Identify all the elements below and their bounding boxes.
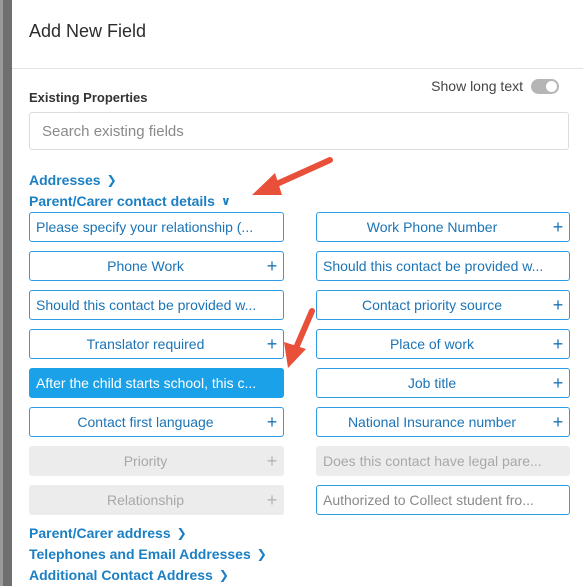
field-label: Job title bbox=[407, 375, 457, 391]
chevron-right-icon: ❯ bbox=[106, 173, 117, 187]
chevron-right-icon: ❯ bbox=[218, 568, 229, 582]
chevron-right-icon: ❯ bbox=[256, 547, 267, 561]
toggle-knob bbox=[546, 80, 557, 92]
group-additional-label: Additional Contact Address bbox=[29, 567, 213, 583]
field-contact-first-language[interactable]: Contact first language + bbox=[29, 407, 284, 437]
search-input[interactable] bbox=[29, 112, 569, 150]
field-translator-required[interactable]: Translator required + bbox=[29, 329, 284, 359]
plus-icon[interactable]: + bbox=[547, 335, 569, 353]
show-long-text-label: Show long text bbox=[431, 78, 523, 94]
plus-icon[interactable]: + bbox=[547, 374, 569, 392]
field-label: Contact first language bbox=[77, 414, 214, 430]
field-label: Relationship bbox=[106, 492, 185, 508]
field-label: Should this contact be provided w... bbox=[36, 297, 257, 313]
plus-icon: + bbox=[266, 451, 278, 471]
plus-icon[interactable]: + bbox=[261, 257, 283, 275]
group-additional-contact-address[interactable]: Additional Contact Address ❯ bbox=[29, 567, 229, 583]
field-label: Priority bbox=[123, 453, 168, 469]
group-addresses[interactable]: Addresses ❯ bbox=[29, 172, 117, 188]
plus-icon[interactable]: + bbox=[547, 218, 569, 236]
field-label: Contact priority source bbox=[361, 297, 503, 313]
chevron-down-icon: ∨ bbox=[220, 194, 231, 208]
plus-icon[interactable]: + bbox=[261, 413, 283, 431]
group-parent-address-label: Parent/Carer address bbox=[29, 525, 171, 541]
field-label: Does this contact have legal pare... bbox=[323, 453, 542, 469]
field-label: National Insurance number bbox=[347, 414, 517, 430]
field-national-insurance-number[interactable]: National Insurance number + bbox=[316, 407, 570, 437]
plus-icon[interactable]: + bbox=[547, 413, 569, 431]
show-long-text-toggle[interactable] bbox=[531, 78, 559, 94]
existing-properties-label: Existing Properties bbox=[29, 90, 148, 105]
field-phone-work[interactable]: Phone Work + bbox=[29, 251, 284, 281]
field-label: Phone Work bbox=[107, 258, 184, 274]
group-parent-carer[interactable]: Parent/Carer contact details ∨ bbox=[29, 193, 231, 209]
show-long-text-control[interactable]: Show long text bbox=[431, 78, 559, 94]
field-label: Should this contact be provided w... bbox=[323, 258, 544, 274]
group-parent-carer-label: Parent/Carer contact details bbox=[29, 193, 215, 209]
field-authorized-to-collect[interactable]: Authorized to Collect student fro... bbox=[316, 485, 570, 515]
background-window-strip bbox=[0, 0, 12, 586]
field-job-title[interactable]: Job title + bbox=[316, 368, 570, 398]
plus-icon[interactable]: + bbox=[261, 335, 283, 353]
chevron-right-icon: ❯ bbox=[176, 526, 187, 540]
field-priority: Priority + bbox=[29, 446, 284, 476]
group-telephones-email[interactable]: Telephones and Email Addresses ❯ bbox=[29, 546, 267, 562]
field-label: Translator required bbox=[86, 336, 205, 352]
field-should-contact-provided[interactable]: Should this contact be provided w... bbox=[29, 290, 284, 320]
field-after-child-starts-school[interactable]: After the child starts school, this c... bbox=[29, 368, 284, 398]
add-field-panel: Add New Field Existing Properties Show l… bbox=[12, 0, 583, 586]
panel-title: Add New Field bbox=[29, 21, 147, 41]
panel-header: Add New Field bbox=[12, 0, 583, 69]
plus-icon[interactable]: + bbox=[547, 296, 569, 314]
field-legal-parental: Does this contact have legal pare... bbox=[316, 446, 570, 476]
field-label: Please specify your relationship (... bbox=[36, 219, 254, 235]
field-label: After the child starts school, this c... bbox=[36, 375, 257, 391]
field-contact-priority-source[interactable]: Contact priority source + bbox=[316, 290, 570, 320]
group-addresses-label: Addresses bbox=[29, 172, 101, 188]
field-should-contact-provided-2[interactable]: Should this contact be provided w... bbox=[316, 251, 570, 281]
field-label: Place of work bbox=[389, 336, 475, 352]
field-label: Authorized to Collect student fro... bbox=[323, 492, 534, 508]
field-work-phone-number[interactable]: Work Phone Number + bbox=[316, 212, 570, 242]
field-place-of-work[interactable]: Place of work + bbox=[316, 329, 570, 359]
group-telephones-label: Telephones and Email Addresses bbox=[29, 546, 251, 562]
field-label: Work Phone Number bbox=[366, 219, 498, 235]
group-parent-carer-address[interactable]: Parent/Carer address ❯ bbox=[29, 525, 187, 541]
field-relationship-specify[interactable]: Please specify your relationship (... bbox=[29, 212, 284, 242]
plus-icon: + bbox=[266, 490, 278, 510]
field-relationship: Relationship + bbox=[29, 485, 284, 515]
